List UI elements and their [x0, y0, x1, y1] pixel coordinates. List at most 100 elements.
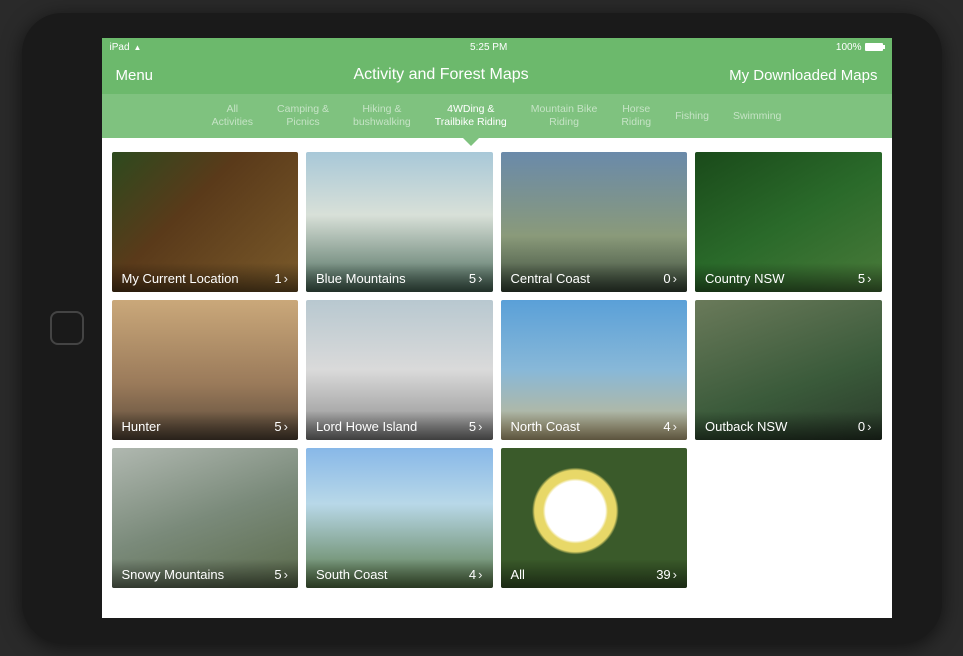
region-card-hunter[interactable]: Hunter 5›	[112, 300, 299, 440]
card-title: Blue Mountains	[316, 271, 406, 286]
region-card-country-nsw[interactable]: Country NSW 5›	[695, 152, 882, 292]
tab-label-line2: Riding	[621, 116, 651, 129]
chevron-right-icon: ›	[867, 271, 871, 286]
card-count-number: 4	[663, 419, 670, 434]
card-title: Snowy Mountains	[122, 567, 225, 582]
chevron-right-icon: ›	[284, 271, 288, 286]
tab-hiking-[interactable]: Hiking &bushwalking	[341, 94, 423, 138]
region-card-lord-howe-island[interactable]: Lord Howe Island 5›	[306, 300, 493, 440]
tab-label-line2: Trailbike Riding	[435, 116, 507, 129]
card-title: Country NSW	[705, 271, 784, 286]
card-title: North Coast	[511, 419, 580, 434]
chevron-right-icon: ›	[673, 271, 677, 286]
chevron-right-icon: ›	[478, 419, 482, 434]
tab-all[interactable]: AllActivities	[200, 94, 265, 138]
card-count: 4›	[663, 419, 677, 434]
tab-mountain-bike[interactable]: Mountain BikeRiding	[519, 94, 610, 138]
region-card-blue-mountains[interactable]: Blue Mountains 5›	[306, 152, 493, 292]
card-count: 4›	[469, 567, 483, 582]
card-count: 5›	[274, 419, 288, 434]
card-title: Hunter	[122, 419, 161, 434]
card-count: 0›	[858, 419, 872, 434]
region-card-south-coast[interactable]: South Coast 4›	[306, 448, 493, 588]
card-overlay: South Coast 4›	[306, 559, 493, 588]
card-title: All	[511, 567, 525, 582]
tab-label-line1: 4WDing &	[435, 103, 507, 116]
card-count: 39›	[656, 567, 677, 582]
region-card-outback-nsw[interactable]: Outback NSW 0›	[695, 300, 882, 440]
chevron-right-icon: ›	[478, 567, 482, 582]
chevron-right-icon: ›	[284, 419, 288, 434]
tab-label-line1: Swimming	[733, 110, 781, 123]
tab-label-line1: Fishing	[675, 110, 709, 123]
tab--wding-[interactable]: 4WDing &Trailbike Riding	[423, 94, 519, 138]
chevron-right-icon: ›	[867, 419, 871, 434]
region-card-north-coast[interactable]: North Coast 4›	[501, 300, 688, 440]
battery-icon	[865, 43, 883, 51]
tab-label-line2: bushwalking	[353, 116, 411, 129]
card-count: 5›	[469, 271, 483, 286]
card-overlay: Blue Mountains 5›	[306, 263, 493, 292]
page-title: Activity and Forest Maps	[353, 66, 528, 84]
card-overlay: All 39›	[501, 559, 688, 588]
screen: iPad 5:25 PM 100% Menu Activity and Fore…	[102, 38, 892, 618]
card-overlay: Country NSW 5›	[695, 263, 882, 292]
chevron-right-icon: ›	[284, 567, 288, 582]
card-title: South Coast	[316, 567, 388, 582]
card-count-number: 5	[274, 419, 281, 434]
card-title: Outback NSW	[705, 419, 787, 434]
card-title: My Current Location	[122, 271, 239, 286]
tab-label-line2: Riding	[531, 116, 598, 129]
wifi-icon	[134, 42, 142, 53]
region-card-my-current-location[interactable]: My Current Location 1›	[112, 152, 299, 292]
card-count-number: 5	[469, 419, 476, 434]
tab-label-line1: Mountain Bike	[531, 103, 598, 116]
region-card-all[interactable]: All 39›	[501, 448, 688, 588]
tab-label-line1: Horse	[621, 103, 651, 116]
card-overlay: Outback NSW 0›	[695, 411, 882, 440]
card-count-number: 0	[663, 271, 670, 286]
chevron-right-icon: ›	[673, 419, 677, 434]
activity-tabs: AllActivitiesCamping &PicnicsHiking &bus…	[102, 94, 892, 138]
region-card-snowy-mountains[interactable]: Snowy Mountains 5›	[112, 448, 299, 588]
tab-swimming[interactable]: Swimming	[721, 94, 793, 138]
tab-horse[interactable]: HorseRiding	[609, 94, 663, 138]
card-overlay: My Current Location 1›	[112, 263, 299, 292]
card-overlay: Snowy Mountains 5›	[112, 559, 299, 588]
tab-label-line1: Hiking &	[353, 103, 411, 116]
card-count-number: 5	[858, 271, 865, 286]
tablet-bezel: iPad 5:25 PM 100% Menu Activity and Fore…	[22, 13, 942, 643]
card-count-number: 4	[469, 567, 476, 582]
region-grid: My Current Location1›Blue Mountains5›Cen…	[102, 138, 892, 618]
menu-button[interactable]: Menu	[116, 67, 154, 84]
my-downloaded-maps-button[interactable]: My Downloaded Maps	[729, 67, 877, 84]
card-count: 5›	[469, 419, 483, 434]
card-count-number: 0	[858, 419, 865, 434]
card-count-number: 5	[469, 271, 476, 286]
chevron-right-icon: ›	[673, 567, 677, 582]
region-card-central-coast[interactable]: Central Coast 0›	[501, 152, 688, 292]
card-overlay: Lord Howe Island 5›	[306, 411, 493, 440]
card-overlay: Hunter 5›	[112, 411, 299, 440]
tab-label-line2: Activities	[212, 116, 253, 129]
chevron-right-icon: ›	[478, 271, 482, 286]
card-count: 0›	[663, 271, 677, 286]
tab-label-line1: All	[212, 103, 253, 116]
card-overlay: Central Coast 0›	[501, 263, 688, 292]
card-count-number: 1	[274, 271, 281, 286]
tab-camping-[interactable]: Camping &Picnics	[265, 94, 341, 138]
battery-label: 100%	[836, 42, 862, 53]
home-button[interactable]	[50, 311, 84, 345]
card-title: Lord Howe Island	[316, 419, 417, 434]
nav-bar: Menu Activity and Forest Maps My Downloa…	[102, 56, 892, 94]
carrier-label: iPad	[110, 42, 130, 53]
card-overlay: North Coast 4›	[501, 411, 688, 440]
status-bar: iPad 5:25 PM 100%	[102, 38, 892, 56]
tab-label-line2: Picnics	[277, 116, 329, 129]
card-count: 5›	[858, 271, 872, 286]
card-title: Central Coast	[511, 271, 590, 286]
tab-fishing[interactable]: Fishing	[663, 94, 721, 138]
clock: 5:25 PM	[470, 42, 507, 53]
card-count-number: 39	[656, 567, 670, 582]
card-count-number: 5	[274, 567, 281, 582]
